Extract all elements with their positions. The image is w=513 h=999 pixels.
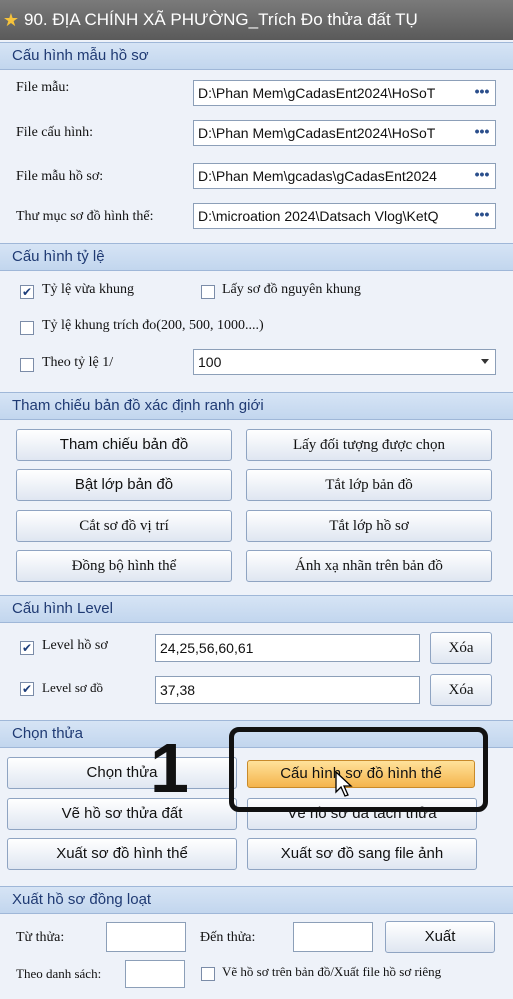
by-scale-label: Theo tỷ lệ 1/ [42, 355, 114, 370]
profile-template-label: File mẫu hồ sơ: [16, 169, 104, 184]
browse-button[interactable]: ••• [469, 121, 495, 145]
config-file-field[interactable]: D:\Phan Mem\gCadasEnt2024\HoSoT ••• [193, 120, 496, 146]
cut-location-diagram-button[interactable]: Cắt sơ đồ vị trí [16, 510, 232, 542]
level-profile-label: Level hồ sơ [42, 638, 108, 653]
star-icon: ★ [2, 10, 20, 30]
level-diagram-delete-button[interactable]: Xóa [430, 674, 492, 706]
export-diagram-image-button[interactable]: Xuất sơ đồ sang file ảnh [247, 838, 477, 870]
config-file-label: File cấu hình: [16, 125, 93, 140]
map-reference-button[interactable]: Tham chiếu bản đồ [16, 429, 232, 461]
level-profile-checkbox[interactable]: ✔ [20, 641, 34, 655]
fit-frame-label: Tỷ lệ vừa khung [42, 282, 134, 297]
diagram-folder-label: Thư mục sơ đồ hình thể: [16, 209, 154, 224]
mouse-cursor-icon [335, 770, 353, 797]
template-file-label: File mẫu: [16, 80, 70, 95]
window-titlebar: ★ 90. ĐỊA CHÍNH XÃ PHƯỜNG_Trích Đo thửa … [0, 0, 513, 40]
template-file-field[interactable]: D:\Phan Mem\gCadasEnt2024\HoSoT ••• [193, 80, 496, 106]
extract-scale-label: Tỷ lệ khung trích đo(200, 500, 1000....) [42, 318, 264, 333]
export-button[interactable]: Xuất [385, 921, 495, 953]
to-parcel-input[interactable] [293, 922, 373, 952]
sync-shape-button[interactable]: Đồng bộ hình thể [16, 550, 232, 582]
by-list-label: Theo danh sách: [16, 966, 102, 981]
export-shape-diagram-button[interactable]: Xuất sơ đồ hình thể [7, 838, 237, 870]
original-frame-checkbox[interactable] [201, 285, 215, 299]
browse-button[interactable]: ••• [469, 81, 495, 105]
window-title: 90. ĐỊA CHÍNH XÃ PHƯỜNG_Trích Đo thửa đấ… [24, 10, 418, 29]
draw-option-label: Vẽ hồ sơ trên bản đồ/Xuất file hồ sơ riê… [222, 964, 442, 979]
map-label-button[interactable]: Ánh xạ nhãn trên bản đồ [246, 550, 492, 582]
disable-profile-layer-button[interactable]: Tắt lớp hồ sơ [246, 510, 492, 542]
level-diagram-input[interactable]: 37,38 [155, 676, 420, 704]
annotation-number: 1 [150, 729, 189, 807]
original-frame-label: Lấy sơ đồ nguyên khung [222, 282, 361, 297]
chevron-down-icon [481, 359, 489, 364]
disable-map-layer-button[interactable]: Tắt lớp bản đồ [246, 469, 492, 501]
browse-button[interactable]: ••• [469, 204, 495, 228]
draw-option-checkbox[interactable] [201, 967, 215, 981]
by-list-input[interactable] [125, 960, 185, 988]
enable-map-layer-button[interactable]: Bật lớp bản đồ [16, 469, 232, 501]
by-scale-checkbox[interactable] [20, 358, 34, 372]
get-selected-object-button[interactable]: Lấy đối tượng được chọn [246, 429, 492, 461]
to-parcel-label: Đến thửa: [200, 930, 256, 945]
section-map-reference: Tham chiếu bản đồ xác định ranh giới [0, 392, 513, 420]
annotation-box [229, 727, 488, 812]
draw-parcel-profile-button[interactable]: Vẽ hồ sơ thửa đất [7, 798, 237, 830]
scale-select[interactable]: 100 [193, 349, 496, 375]
level-diagram-label: Level sơ đồ [42, 680, 104, 695]
select-parcel-button[interactable]: Chọn thửa [7, 757, 237, 789]
section-template-config: Cấu hình mẫu hồ sơ [0, 42, 513, 70]
profile-template-field[interactable]: D:\Phan Mem\gcadas\gCadasEnt2024 ••• [193, 163, 496, 189]
browse-button[interactable]: ••• [469, 164, 495, 188]
section-level-config: Cấu hình Level [0, 595, 513, 623]
level-diagram-checkbox[interactable]: ✔ [20, 682, 34, 696]
fit-frame-checkbox[interactable]: ✔ [20, 285, 34, 299]
from-parcel-label: Từ thửa: [16, 930, 65, 945]
section-scale-config: Cấu hình tỷ lệ [0, 243, 513, 271]
level-profile-delete-button[interactable]: Xóa [430, 632, 492, 664]
section-batch-export: Xuất hồ sơ đồng loạt [0, 886, 513, 914]
level-profile-input[interactable]: 24,25,56,60,61 [155, 634, 420, 662]
extract-scale-checkbox[interactable] [20, 321, 34, 335]
diagram-folder-field[interactable]: D:\microation 2024\Datsach Vlog\KetQ ••• [193, 203, 496, 229]
from-parcel-input[interactable] [106, 922, 186, 952]
